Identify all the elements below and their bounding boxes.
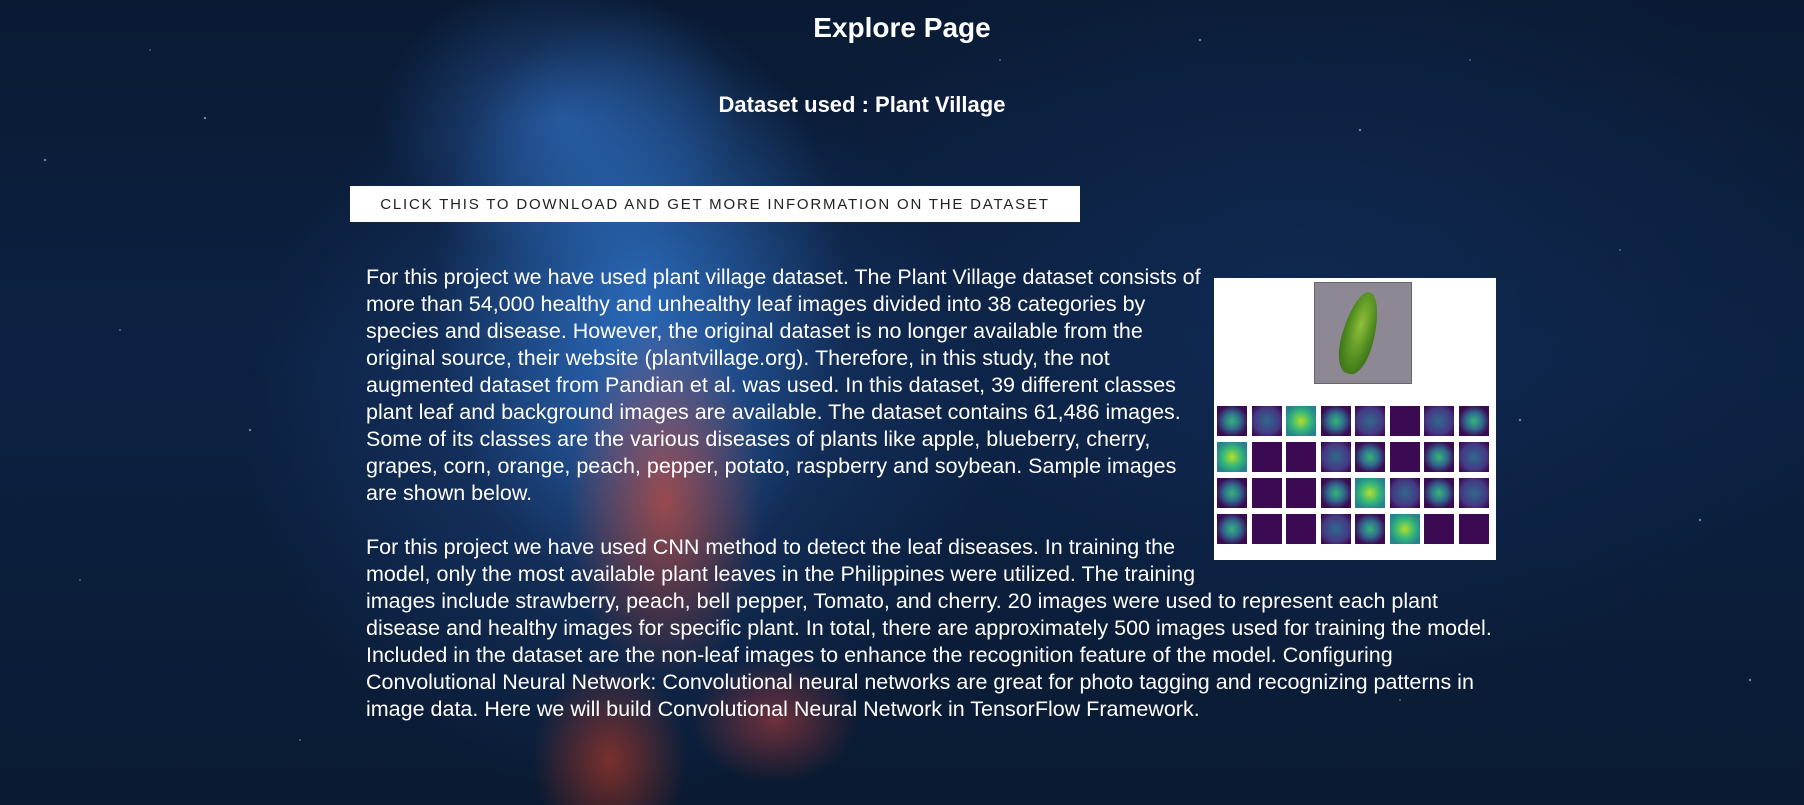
feature-map-cell bbox=[1320, 514, 1351, 544]
feature-map-cell bbox=[1424, 514, 1454, 544]
feature-map-cell bbox=[1389, 478, 1420, 508]
leaf-shape bbox=[1332, 288, 1386, 378]
feature-map-cell bbox=[1217, 406, 1247, 436]
feature-map-cell bbox=[1355, 442, 1385, 472]
feature-map-cell bbox=[1458, 514, 1489, 544]
feature-map-cell bbox=[1286, 406, 1316, 436]
feature-map-cell bbox=[1217, 514, 1247, 544]
dataset-heading: Dataset used : Plant Village bbox=[718, 92, 1006, 117]
feature-map-cell bbox=[1217, 442, 1247, 472]
download-dataset-button[interactable]: CLICK THIS TO DOWNLOAD AND GET MORE INFO… bbox=[350, 186, 1080, 222]
feature-map-cell bbox=[1424, 442, 1454, 472]
page-title: Explore Page bbox=[813, 12, 991, 43]
sample-leaf-image bbox=[1314, 282, 1412, 384]
feature-map-cell bbox=[1355, 406, 1385, 436]
feature-map-cell bbox=[1286, 514, 1316, 544]
feature-map-cell bbox=[1424, 406, 1454, 436]
feature-map-cell bbox=[1320, 442, 1351, 472]
feature-map-cell bbox=[1217, 478, 1247, 508]
feature-map-cell bbox=[1458, 406, 1489, 436]
feature-map-cell bbox=[1251, 406, 1282, 436]
feature-map-cell bbox=[1251, 478, 1282, 508]
feature-map-cell bbox=[1251, 514, 1282, 544]
feature-map-cell bbox=[1286, 442, 1316, 472]
feature-map-cell bbox=[1389, 442, 1420, 472]
feature-map-cell bbox=[1286, 478, 1316, 508]
feature-map-cell bbox=[1389, 514, 1420, 544]
feature-map-cell bbox=[1424, 478, 1454, 508]
feature-map-cell bbox=[1355, 478, 1385, 508]
page-body: { "page": { "title": "Explore Page", "da… bbox=[0, 0, 1804, 805]
feature-map-cell bbox=[1320, 478, 1351, 508]
main-content: For this project we have used plant vill… bbox=[366, 264, 1496, 750]
feature-map-cell bbox=[1355, 514, 1385, 544]
feature-map-cell bbox=[1389, 406, 1420, 436]
feature-map-cell bbox=[1458, 478, 1489, 508]
cnn-method-paragraph: For this project we have used CNN method… bbox=[366, 535, 1492, 721]
feature-map-grid bbox=[1217, 406, 1493, 544]
sample-images-figure bbox=[1214, 278, 1496, 560]
feature-map-cell bbox=[1320, 406, 1351, 436]
feature-map-cell bbox=[1458, 442, 1489, 472]
feature-map-cell bbox=[1251, 442, 1282, 472]
